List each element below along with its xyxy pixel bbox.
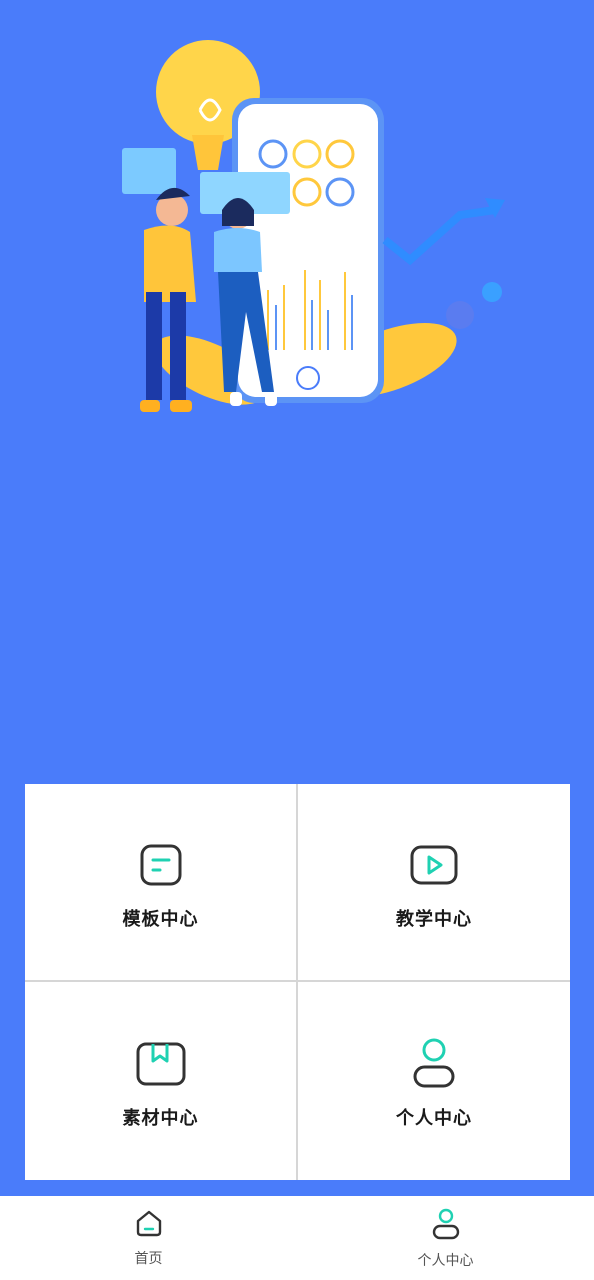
template-center-card[interactable]: 模板中心 [25,784,296,980]
material-center-label: 素材中心 [122,1108,199,1129]
tab-home-label: 首页 [134,1251,163,1267]
personal-center-card[interactable]: 个人中心 [298,982,570,1180]
template-icon [135,839,187,891]
person-icon [408,1038,460,1090]
teaching-center-label: 教学中心 [396,909,472,930]
tab-personal-center-label: 个人中心 [417,1253,474,1269]
hero-illustration [122,40,505,412]
person-icon [431,1208,461,1244]
tab-personal-center[interactable]: 个人中心 [297,1196,594,1280]
material-center-card[interactable]: 素材中心 [25,982,296,1180]
home-icon [134,1208,164,1242]
template-center-label: 模板中心 [122,909,199,930]
play-video-icon [408,839,460,891]
teaching-center-card[interactable]: 教学中心 [298,784,570,980]
personal-center-label: 个人中心 [396,1108,472,1129]
feature-grid: 模板中心 教学中心 素材中心 个人中心 [25,784,570,1180]
hero-banner [0,0,594,780]
bottom-tab-bar: 首页 个人中心 [0,1196,594,1280]
tab-home[interactable]: 首页 [0,1196,297,1280]
bookmark-folder-icon [135,1038,187,1090]
